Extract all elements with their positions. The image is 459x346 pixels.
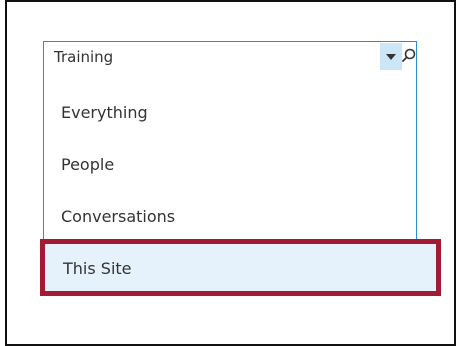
scope-item-conversations[interactable]: Conversations — [61, 207, 175, 227]
search-icon — [402, 48, 416, 62]
search-button[interactable] — [402, 43, 416, 70]
scope-item-everything[interactable]: Everything — [61, 103, 148, 123]
scope-item-this-site-label: This Site — [63, 259, 132, 278]
scope-item-this-site[interactable]: This Site — [40, 239, 441, 296]
scope-dropdown-button[interactable] — [380, 43, 402, 70]
search-box[interactable]: Training — [43, 41, 417, 72]
scope-item-people[interactable]: People — [61, 155, 114, 175]
search-input-value[interactable]: Training — [54, 48, 113, 66]
chevron-down-icon — [386, 54, 396, 60]
